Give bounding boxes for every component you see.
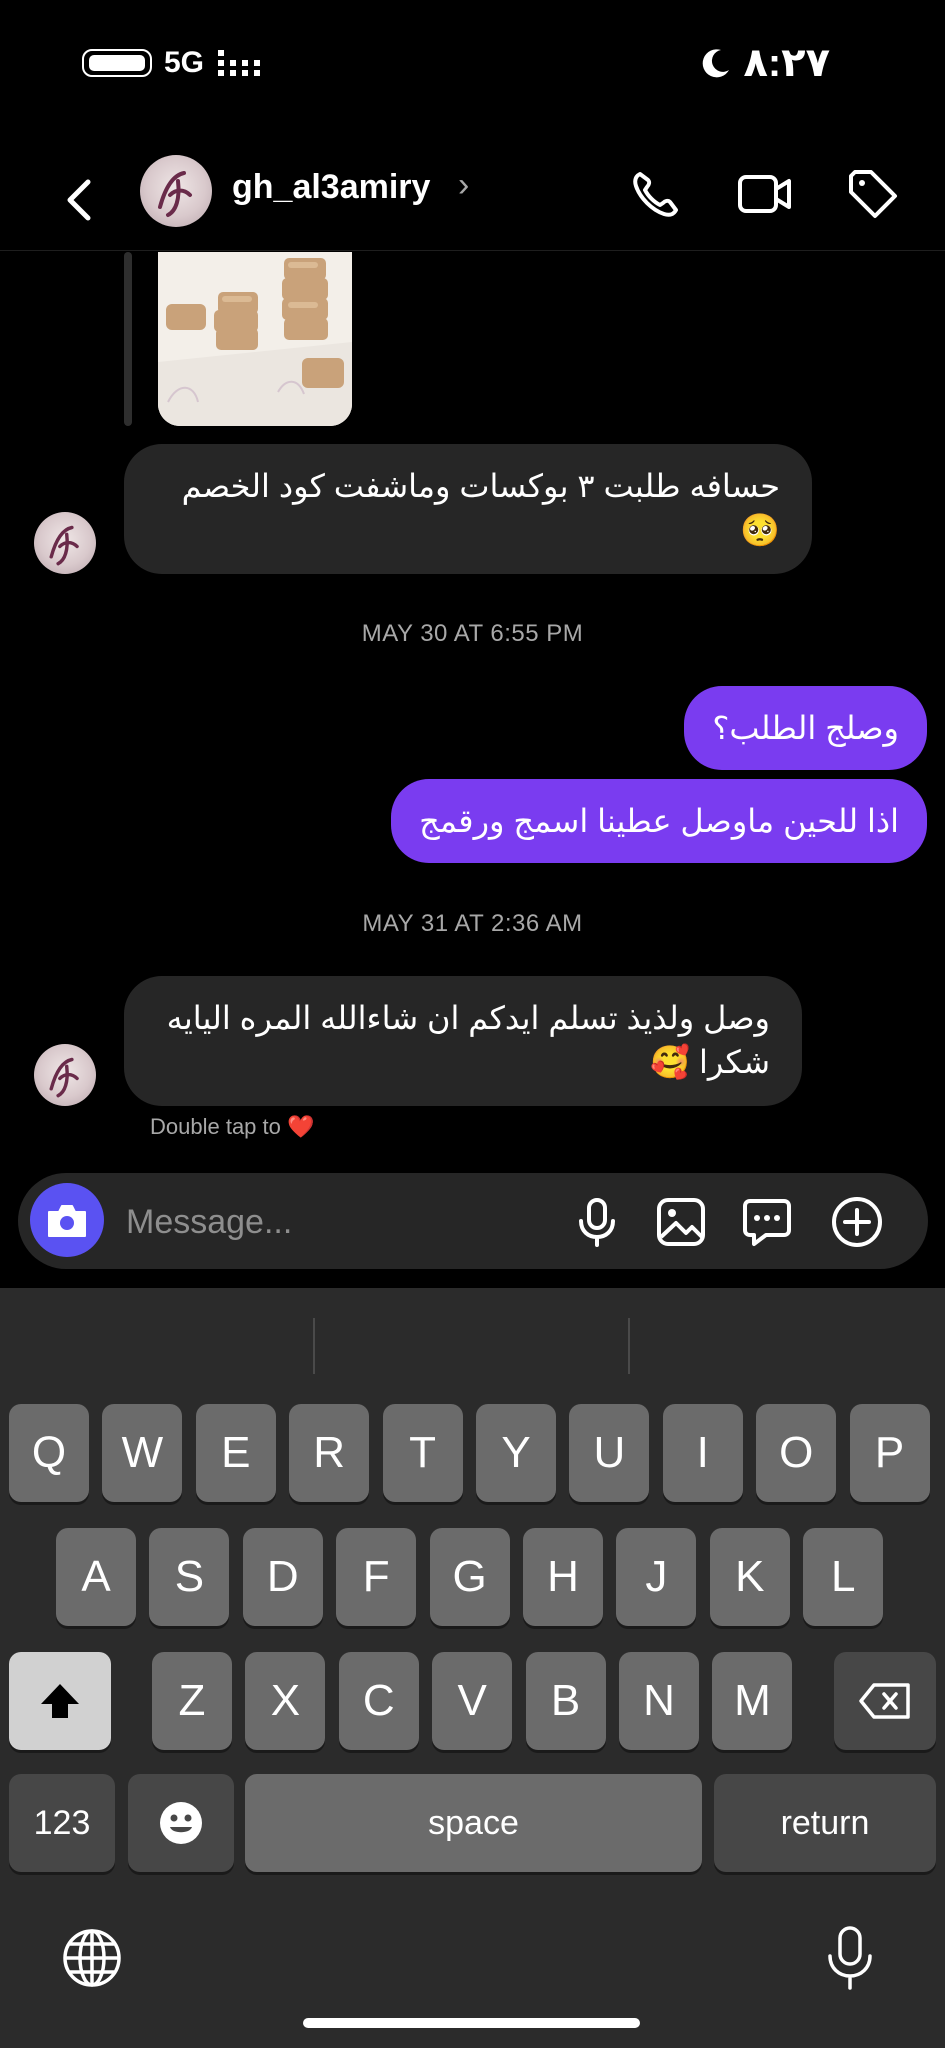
key-j[interactable]: J	[616, 1528, 697, 1626]
plus-circle-icon[interactable]	[830, 1195, 884, 1249]
keyboard: QWERTYUIOP ASDFGHJKL ZXCVBNM 123 space r…	[0, 1288, 945, 2048]
key-v[interactable]: V	[432, 1652, 513, 1750]
incoming-message[interactable]: حسافه طلبت ٣ بوكسات وماشفت كود الخصم 🥺	[124, 444, 812, 574]
header-username[interactable]: gh_al3amiry	[232, 168, 430, 207]
signal-icon	[218, 50, 261, 76]
emoji-icon	[160, 1802, 202, 1844]
key-i[interactable]: I	[662, 1404, 743, 1502]
key-n[interactable]: N	[619, 1652, 699, 1750]
key-w[interactable]: W	[102, 1404, 183, 1502]
status-bar-left: 5G	[82, 46, 266, 80]
camera-icon	[48, 1205, 86, 1237]
key-x[interactable]: X	[245, 1652, 326, 1750]
key-a[interactable]: A	[56, 1528, 136, 1626]
gallery-icon[interactable]	[654, 1195, 708, 1249]
key-m[interactable]: M	[712, 1652, 793, 1750]
globe-icon[interactable]	[62, 1928, 122, 1988]
timestamp: MAY 31 AT 2:36 AM	[362, 910, 583, 937]
outgoing-message[interactable]: وصلج الطلب؟	[684, 686, 927, 770]
suggestion-divider	[628, 1318, 630, 1374]
clock: ٨:٢٧	[743, 41, 830, 85]
sticker-chat-icon[interactable]	[740, 1195, 794, 1249]
chevron-right-icon[interactable]: ›	[458, 166, 469, 205]
message-input[interactable]	[124, 1195, 488, 1249]
sender-avatar[interactable]	[34, 1044, 96, 1106]
shift-key[interactable]	[9, 1652, 111, 1750]
key-p[interactable]: P	[849, 1404, 930, 1502]
key-d[interactable]: D	[242, 1528, 323, 1626]
phone-icon[interactable]	[630, 168, 686, 220]
backspace-key[interactable]	[834, 1652, 936, 1750]
key-r[interactable]: R	[289, 1404, 370, 1502]
key-s[interactable]: S	[149, 1528, 230, 1626]
key-u[interactable]: U	[569, 1404, 650, 1502]
incoming-message[interactable]: وصل ولذيذ تسلم ايدكم ان شاءالله المره ال…	[124, 976, 802, 1106]
key-o[interactable]: O	[756, 1404, 837, 1502]
key-e[interactable]: E	[195, 1404, 276, 1502]
key-b[interactable]: B	[525, 1652, 606, 1750]
emoji-key[interactable]	[128, 1774, 234, 1872]
date-bars-image	[158, 252, 352, 426]
key-l[interactable]: L	[803, 1528, 884, 1626]
suggestion-divider	[313, 1318, 315, 1374]
tag-icon[interactable]	[845, 168, 901, 220]
return-key[interactable]: return	[714, 1774, 936, 1872]
key-k[interactable]: K	[709, 1528, 790, 1626]
shift-arrow-icon	[41, 1684, 79, 1718]
key-f[interactable]: F	[336, 1528, 417, 1626]
status-bar-right: ٨:٢٧	[699, 40, 830, 86]
key-z[interactable]: Z	[152, 1652, 232, 1750]
video-call-icon[interactable]	[737, 168, 793, 220]
microphone-icon[interactable]	[570, 1195, 624, 1249]
key-t[interactable]: T	[382, 1404, 463, 1502]
dictation-mic-icon[interactable]	[820, 1924, 880, 1992]
network-label: 5G	[164, 46, 205, 79]
space-key[interactable]: space	[245, 1774, 702, 1872]
reply-indicator	[124, 252, 132, 426]
key-g[interactable]: G	[429, 1528, 510, 1626]
header-avatar[interactable]	[140, 155, 212, 227]
camera-button[interactable]	[30, 1183, 104, 1257]
key-y[interactable]: Y	[476, 1404, 556, 1502]
moon-icon	[703, 49, 730, 78]
reaction-hint: Double tap to ❤️	[150, 1114, 315, 1139]
message-composer	[18, 1173, 928, 1269]
home-indicator[interactable]	[303, 2018, 640, 2028]
timestamp: MAY 30 AT 6:55 PM	[361, 620, 584, 647]
backspace-icon	[859, 1683, 910, 1719]
shared-photo[interactable]	[158, 252, 352, 426]
key-q[interactable]: Q	[9, 1404, 89, 1502]
outgoing-message[interactable]: اذا للحين ماوصل عطينا اسمج ورقمج	[391, 779, 927, 863]
key-h[interactable]: H	[523, 1528, 603, 1626]
numbers-key[interactable]: 123	[9, 1774, 115, 1872]
key-c[interactable]: C	[338, 1652, 419, 1750]
battery-icon	[82, 49, 152, 77]
sender-avatar[interactable]	[34, 512, 96, 574]
back-arrow-icon[interactable]	[56, 170, 104, 230]
